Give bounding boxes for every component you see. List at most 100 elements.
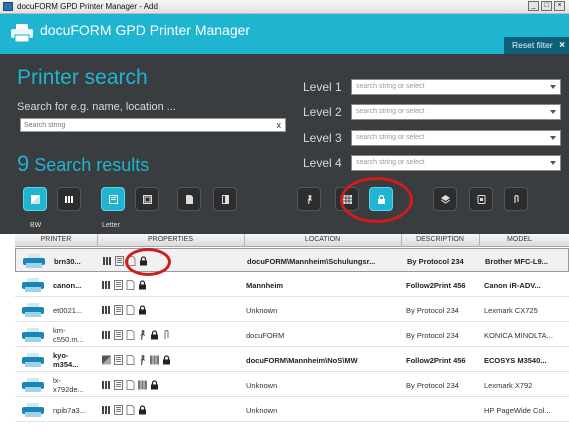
printer-description: By Protocol 234 [406, 381, 459, 390]
paper-letter-icon [114, 330, 123, 340]
close-window-button[interactable]: × [554, 1, 565, 11]
table-row[interactable]: et0021... Unknown By Protocol 234 Lexmark C… [15, 298, 569, 322]
column-description[interactable]: DESCRIPTION [401, 236, 479, 243]
paper-letter-icon [114, 405, 123, 415]
filter-book-button[interactable] [213, 187, 237, 211]
filter-follow-me-button[interactable] [297, 187, 321, 211]
badge-icon [477, 195, 486, 204]
level-1-label: Level 1 [303, 80, 342, 94]
follow-me-icon [140, 355, 145, 365]
reset-filter-label: Reset filter [512, 40, 553, 50]
printer-location: docuFORM\Mannheim\Schulungsr... [247, 257, 376, 266]
document-icon [127, 256, 136, 266]
filter-letter-button[interactable] [101, 187, 125, 211]
clear-search-icon[interactable]: x [277, 119, 282, 131]
filter-duplex-button[interactable] [57, 187, 81, 211]
maximize-button[interactable]: □ [541, 1, 552, 11]
search-field[interactable]: x [20, 118, 286, 132]
app-header: docuFORM GPD Printer Manager Reset filte… [0, 14, 569, 54]
paper-letter-icon [114, 355, 123, 365]
printer-icon [22, 328, 44, 342]
filter-badge-button[interactable] [469, 187, 493, 211]
printer-location: Unknown [246, 306, 278, 315]
duplex-icon [102, 281, 110, 289]
filter-layers-button[interactable] [433, 187, 457, 211]
duplex-icon [102, 306, 110, 314]
printer-description: By Protocol 234 [406, 306, 459, 315]
printer-name: canon... [53, 281, 82, 290]
table-row[interactable]: canon... Mannheim Follow2Print 456 Canon iR… [15, 273, 569, 297]
filter-color-button[interactable] [23, 187, 47, 211]
printer-location: docuFORM [246, 331, 285, 340]
document-icon [126, 355, 135, 365]
lock-icon [139, 305, 146, 315]
paper-letter-icon [114, 280, 123, 290]
paperclip-icon [514, 195, 519, 203]
search-input[interactable] [24, 120, 264, 131]
paperclip-icon [164, 330, 169, 339]
printer-model: Lexmark X792 [484, 381, 533, 390]
lock-icon [378, 195, 385, 204]
level-3-select[interactable]: search string or select [351, 130, 561, 146]
follow-me-icon [140, 330, 145, 340]
document-icon [126, 330, 135, 340]
printer-location: docuFORM\Mannheim\NoS\MW [246, 356, 358, 365]
table-row[interactable]: kyo- m354... docuFORM\Mannheim\NoS\MW Foll… [15, 348, 569, 372]
printer-location: Mannheim [246, 281, 284, 290]
table-row[interactable]: lx- x792de... Unknown By Protocol 234 Lexma… [15, 373, 569, 397]
results-table: PRINTER PROPERTIES LOCATION DESCRIPTION … [15, 234, 569, 433]
filter-grid-button[interactable] [335, 187, 359, 211]
printer-icon [22, 403, 44, 417]
level-1-placeholder: search string or select [356, 83, 425, 90]
layers-icon [441, 195, 450, 204]
filter-paperclip-button[interactable] [504, 187, 528, 211]
column-model[interactable]: MODEL [479, 236, 560, 243]
printer-name: kyo- m354... [53, 351, 79, 369]
printer-icon [23, 254, 45, 268]
chevron-down-icon [550, 110, 556, 114]
filter-document-button[interactable] [177, 187, 201, 211]
lock-icon [139, 405, 146, 415]
paper-letter-icon [114, 305, 123, 315]
document-icon [126, 380, 135, 390]
filter-stapler-button[interactable] [135, 187, 159, 211]
filter-lock-button[interactable] [369, 187, 393, 211]
level-2-select[interactable]: search string or select [351, 104, 561, 120]
printer-icon [22, 353, 44, 367]
book-icon [222, 195, 229, 204]
level-1-select[interactable]: search string or select [351, 79, 561, 95]
window-titlebar: docuFORM GPD Printer Manager - Add _ □ × [0, 0, 569, 14]
minimize-button[interactable]: _ [528, 1, 539, 11]
printer-model: KONICA MINOLTA... [484, 331, 553, 340]
column-properties[interactable]: PROPERTIES [97, 236, 244, 243]
printer-icon [22, 303, 44, 317]
close-icon: × [559, 40, 565, 51]
printer-name: npib7a3... [53, 406, 86, 415]
column-printer[interactable]: PRINTER [15, 236, 97, 243]
printer-description: Follow2Print 456 [406, 281, 466, 290]
lock-icon [140, 256, 147, 266]
document-icon [126, 280, 135, 290]
printer-model: Brother MFC-L9... [485, 257, 548, 266]
table-row[interactable]: npib7a3... Unknown HP PageWide Col... [15, 398, 569, 422]
table-row[interactable]: brn30... docuFORM\Mannheim\Schulungsr... B… [15, 248, 569, 272]
reset-filter-button[interactable]: Reset filter × [504, 37, 569, 54]
level-2-placeholder: search string or select [356, 108, 425, 115]
grid-icon [150, 355, 159, 365]
grid-icon [343, 195, 352, 204]
level-3-label: Level 3 [303, 131, 342, 145]
printer-description: By Protocol 234 [407, 257, 464, 266]
level-4-select[interactable]: search string or select [351, 155, 561, 171]
color-icon [102, 355, 111, 365]
chevron-down-icon [550, 161, 556, 165]
paper-letter-icon [109, 195, 118, 204]
paper-letter-icon [115, 256, 124, 266]
app-name: docuFORM GPD Printer Manager [40, 22, 251, 38]
grid-icon [138, 380, 147, 390]
filter-color-caption: BW [30, 222, 42, 229]
app-icon [3, 2, 13, 11]
column-location[interactable]: LOCATION [244, 236, 401, 243]
table-header: PRINTER PROPERTIES LOCATION DESCRIPTION … [15, 234, 569, 247]
table-row[interactable]: km- c550.m... docuFORM By Protocol 234 KONI… [15, 323, 569, 347]
lock-icon [139, 280, 146, 290]
